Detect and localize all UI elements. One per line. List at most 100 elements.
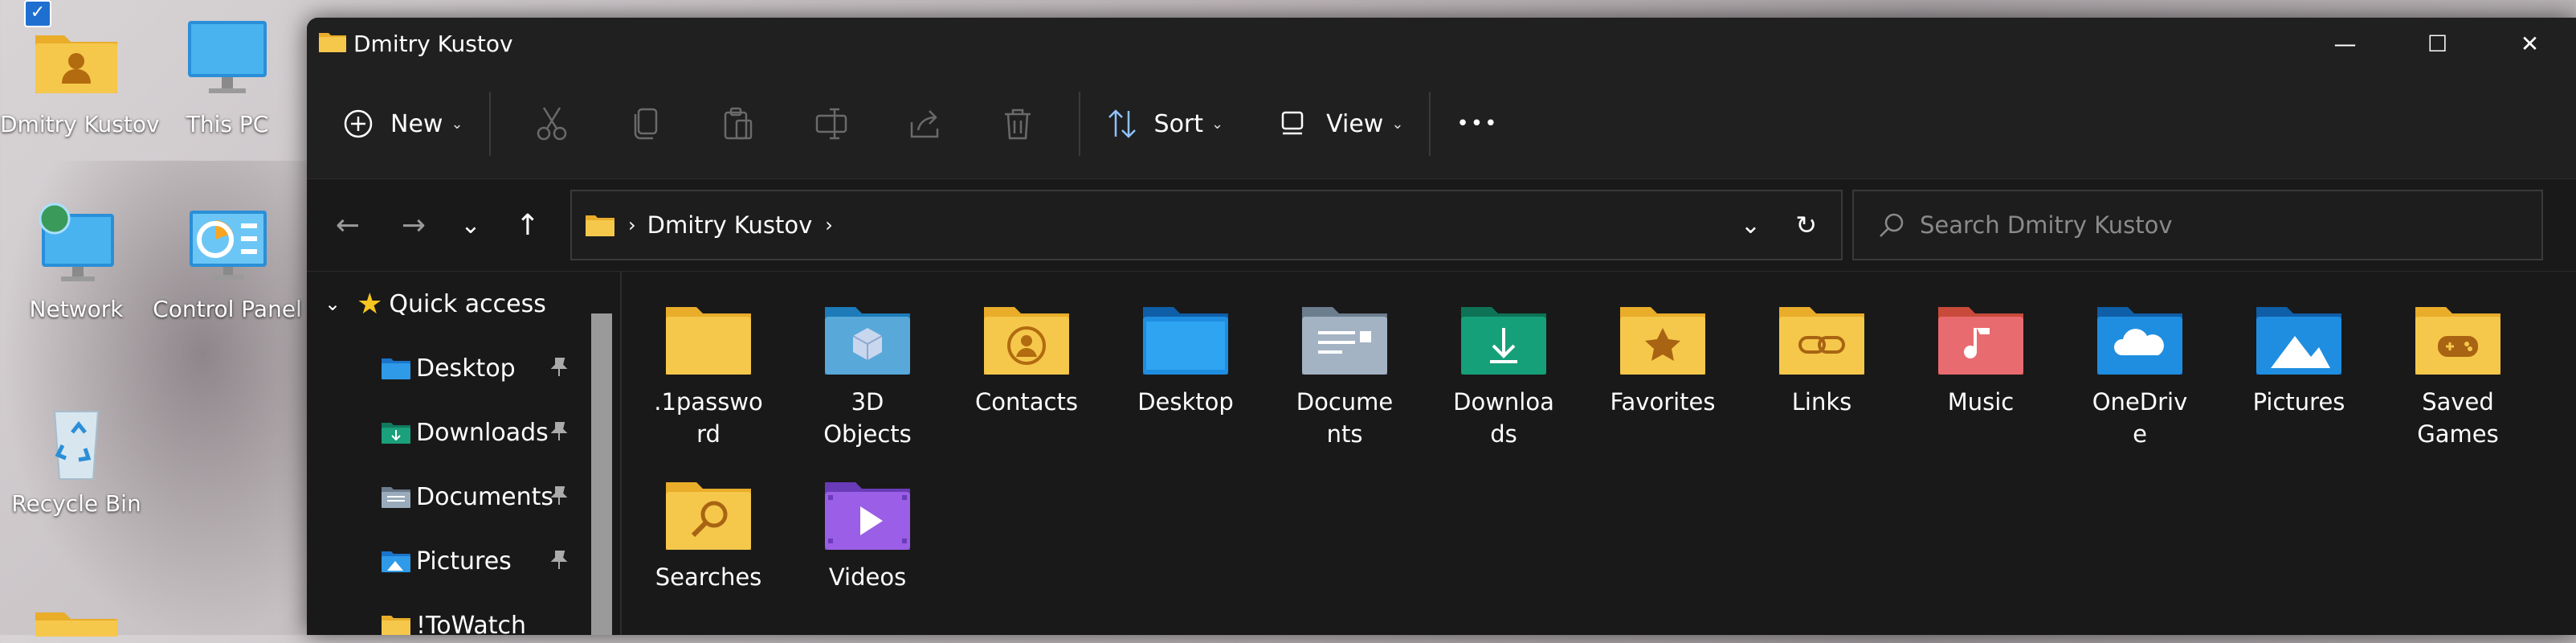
desktop-icon-user-folder[interactable]: ✓ Dmitry Kustov	[0, 0, 160, 137]
network-icon	[32, 201, 120, 289]
chevron-right-icon: ›	[825, 214, 833, 236]
sort-icon	[1108, 109, 1136, 138]
links-folder-icon	[1778, 304, 1866, 376]
close-button[interactable]: ✕	[2484, 18, 2576, 69]
saved-games-folder-icon	[2414, 304, 2502, 376]
quick-access-header[interactable]: ⌄ ★ Quick access	[307, 272, 620, 336]
favorites-folder-icon	[1619, 304, 1707, 376]
folder-label: Docume nts	[1296, 388, 1394, 448]
folder-pictures[interactable]: Pictures	[2227, 272, 2371, 418]
chevron-down-icon: ⌄	[1211, 115, 1224, 133]
folder-searches[interactable]: Searches	[636, 447, 781, 593]
desktop-icon-this-pc[interactable]: This PC	[151, 16, 304, 137]
folder-label: Favorites	[1610, 388, 1716, 416]
forward-button[interactable]: →	[381, 209, 447, 242]
new-label: New	[390, 109, 443, 138]
folder-icon	[586, 215, 614, 236]
search-box[interactable]: Search Dmitry Kustov	[1852, 190, 2543, 260]
sort-label: Sort	[1153, 109, 1204, 138]
search-placeholder: Search Dmitry Kustov	[1920, 211, 2173, 239]
sidebar-item-label: Documents	[416, 482, 554, 511]
paste-button[interactable]	[714, 100, 762, 148]
desktop-icon-control-panel[interactable]: Control Panel	[151, 201, 304, 322]
folder-label: Videos	[828, 563, 907, 591]
desktop-folder-icon	[1141, 304, 1230, 376]
desktop-icon-network[interactable]: Network	[0, 201, 153, 322]
folder-videos[interactable]: Videos	[795, 447, 940, 593]
copy-icon	[634, 108, 657, 140]
up-button[interactable]: ↑	[495, 209, 561, 242]
chevron-down-icon[interactable]: ⌄	[325, 293, 341, 315]
sort-button[interactable]: Sort ⌄	[1095, 92, 1235, 156]
back-button[interactable]: ←	[315, 209, 381, 242]
navigation-pane: ⌄ ★ Quick access Desktop Downloads Docum…	[307, 272, 622, 635]
desktop-icon-recycle-bin[interactable]: Recycle Bin	[0, 395, 153, 517]
folder-contacts[interactable]: Contacts	[954, 272, 1099, 418]
toolbar-divider	[488, 92, 491, 156]
sidebar-item-label: !ToWatch	[416, 611, 527, 636]
sidebar-item-documents[interactable]: Documents	[307, 465, 620, 529]
cut-button[interactable]	[528, 100, 576, 148]
sidebar-item-towatch[interactable]: !ToWatch	[307, 593, 620, 635]
folder-documents[interactable]: Docume nts	[1272, 272, 1417, 450]
star-icon: ★	[357, 287, 383, 321]
minimize-button[interactable]: —	[2299, 18, 2391, 69]
sidebar-scrollbar[interactable]	[591, 313, 612, 635]
chevron-down-icon: ⌄	[451, 115, 463, 133]
toolbar-divider	[1429, 92, 1431, 156]
folder-icon	[664, 304, 753, 376]
folder-music[interactable]: Music	[1909, 272, 2053, 418]
sidebar-item-desktop[interactable]: Desktop	[307, 336, 620, 400]
downloads-folder-icon	[382, 423, 410, 444]
navigation-bar: ← → ⌄ ↑ › Dmitry Kustov › ⌄ ↻ Search Dmi…	[307, 179, 2576, 272]
command-bar: New ⌄ Sort ⌄ View ⌄ •••	[307, 69, 2576, 179]
recent-locations-button[interactable]: ⌄	[447, 211, 495, 240]
pin-icon	[548, 355, 570, 384]
copy-button[interactable]	[621, 100, 669, 148]
desktop-icon-label: Recycle Bin	[11, 490, 141, 517]
folder-onedrive[interactable]: OneDriv e	[2068, 272, 2212, 450]
trash-icon	[1004, 109, 1031, 140]
folder-links[interactable]: Links	[1749, 272, 1894, 418]
view-button[interactable]: View ⌄	[1267, 92, 1415, 156]
desktop-icon-label: Dmitry Kustov	[0, 111, 160, 137]
breadcrumb-item[interactable]: Dmitry Kustov	[647, 211, 813, 239]
delete-button[interactable]	[994, 100, 1042, 148]
desktop-folder-icon[interactable]	[32, 604, 120, 640]
maximize-button[interactable]: ☐	[2391, 18, 2484, 69]
pin-icon	[548, 484, 570, 513]
address-dropdown-icon[interactable]: ⌄	[1741, 211, 1761, 240]
plus-circle-icon	[344, 109, 373, 138]
folder-label: Pictures	[2252, 388, 2345, 416]
folder-label: Desktop	[1137, 388, 1234, 416]
downloads-folder-icon	[1459, 304, 1548, 376]
sidebar-item-label: Pictures	[416, 547, 512, 575]
new-button[interactable]: New ⌄	[331, 92, 475, 156]
folder-desktop[interactable]: Desktop	[1113, 272, 1258, 418]
folder-1password[interactable]: .1passwo rd	[636, 272, 781, 450]
address-bar[interactable]: › Dmitry Kustov › ⌄ ↻	[570, 190, 1843, 260]
folder-label: OneDriv e	[2092, 388, 2188, 448]
onedrive-folder-icon	[2096, 304, 2184, 376]
clipboard-icon	[724, 107, 752, 140]
monitor-icon	[183, 16, 271, 104]
documents-folder-icon	[382, 487, 410, 508]
share-button[interactable]	[900, 100, 949, 148]
rename-icon	[815, 108, 847, 140]
folder-favorites[interactable]: Favorites	[1590, 272, 1735, 418]
folder-label: Searches	[655, 563, 762, 591]
folder-label: Music	[1947, 388, 2015, 416]
folder-saved-games[interactable]: Saved Games	[2386, 272, 2530, 450]
title-bar: Dmitry Kustov — ☐ ✕	[307, 18, 2576, 69]
3d-objects-folder-icon	[823, 304, 912, 376]
refresh-icon[interactable]: ↻	[1795, 210, 1817, 240]
folder-icon	[382, 616, 410, 635]
rename-button[interactable]	[807, 100, 855, 148]
folder-3d-objects[interactable]: 3D Objects	[795, 272, 940, 450]
sidebar-item-downloads[interactable]: Downloads	[307, 400, 620, 465]
more-options-button[interactable]: •••	[1445, 92, 1509, 156]
videos-folder-icon	[823, 479, 912, 551]
sidebar-item-pictures[interactable]: Pictures	[307, 529, 620, 593]
folder-downloads[interactable]: Downloa ds	[1431, 272, 1576, 450]
documents-folder-icon	[1300, 304, 1389, 376]
